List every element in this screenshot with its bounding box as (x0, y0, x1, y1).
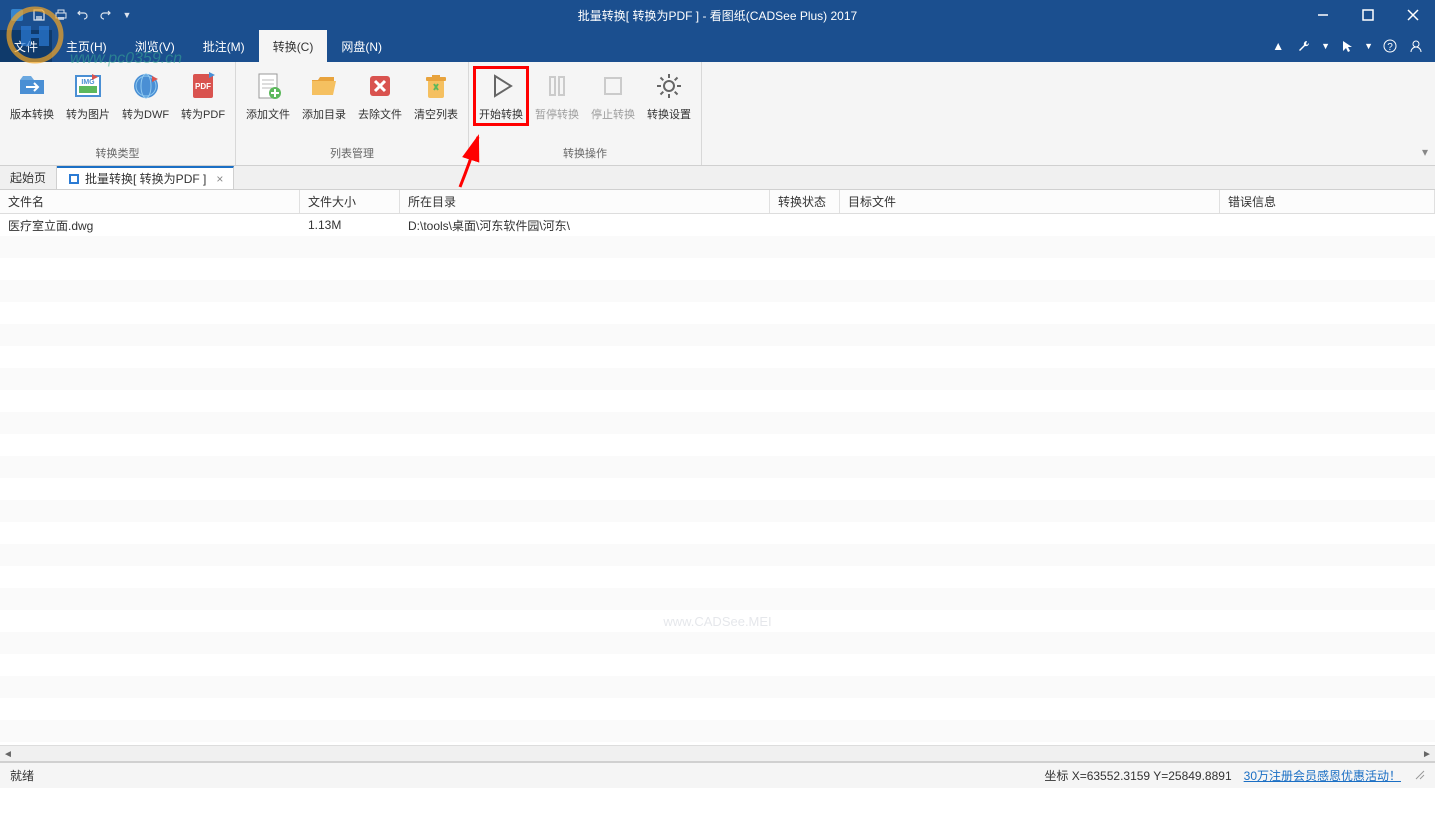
convert-settings-button[interactable]: 转换设置 (641, 66, 697, 126)
menu-netdisk[interactable]: 网盘(N) (327, 30, 396, 62)
table-body: 医疗室立面.dwg 1.13M D:\tools\桌面\河东软件园\河东\ ww… (0, 214, 1435, 745)
wrench-icon[interactable] (1295, 37, 1313, 55)
qat-dropdown-icon[interactable]: ▼ (118, 6, 136, 24)
col-filename[interactable]: 文件名 (0, 190, 300, 213)
menu-file[interactable]: 文件 (0, 30, 52, 62)
horizontal-scrollbar[interactable]: ◄ ► (0, 745, 1435, 761)
folder-open-icon (308, 70, 340, 102)
ribbon-group-convert-ops: 开始转换 暂停转换 停止转换 转换设置 转换操作 (469, 62, 702, 165)
resize-grip-icon[interactable] (1413, 768, 1425, 783)
statusbar: 就绪 坐标 X=63552.3159 Y=25849.8891 30万注册会员感… (0, 762, 1435, 788)
menu-right-tools: ▲ ▼ ▼ ? (1269, 30, 1435, 62)
tab-batch-convert[interactable]: 批量转换[ 转换为PDF ] × (57, 166, 234, 189)
img-icon: IMG (72, 70, 104, 102)
clear-list-button[interactable]: 清空列表 (408, 66, 464, 126)
document-tabs: 起始页 批量转换[ 转换为PDF ] × (0, 166, 1435, 190)
menubar: 文件 主页(H) 浏览(V) 批注(M) 转换(C) 网盘(N) ▲ ▼ ▼ ? (0, 30, 1435, 62)
to-pdf-button[interactable]: PDF 转为PDF (175, 66, 231, 126)
add-folder-button[interactable]: 添加目录 (296, 66, 352, 126)
svg-text:?: ? (1387, 42, 1393, 53)
close-button[interactable] (1390, 0, 1435, 30)
pause-convert-button: 暂停转换 (529, 66, 585, 126)
save-icon[interactable] (30, 6, 48, 24)
scroll-left-icon[interactable]: ◄ (0, 746, 16, 762)
redo-icon[interactable] (96, 6, 114, 24)
quick-access-toolbar: ▼ (0, 6, 136, 24)
svg-text:IMG: IMG (81, 79, 95, 86)
titlebar: ▼ 批量转换[ 转换为PDF ] - 看图纸(CADSee Plus) 2017 (0, 0, 1435, 30)
status-ready: 就绪 (10, 767, 34, 784)
col-status[interactable]: 转换状态 (770, 190, 840, 213)
version-convert-button[interactable]: 版本转换 (4, 66, 60, 126)
tab-doc-icon (67, 172, 81, 186)
status-promo-link[interactable]: 30万注册会员感恩优惠活动！ (1244, 767, 1401, 784)
window-title: 批量转换[ 转换为PDF ] - 看图纸(CADSee Plus) 2017 (578, 7, 857, 24)
to-image-button[interactable]: IMG 转为图片 (60, 66, 116, 126)
play-icon (485, 70, 517, 102)
scroll-right-icon[interactable]: ► (1419, 746, 1435, 762)
pause-icon (541, 70, 573, 102)
ribbon-group-convert-type: 版本转换 IMG 转为图片 转为DWF PDF 转为PDF 转换类 (0, 62, 236, 165)
ribbon-group-list-manage: 添加文件 添加目录 去除文件 清空列表 列表管理 (236, 62, 469, 165)
minimize-button[interactable] (1300, 0, 1345, 30)
maximize-button[interactable] (1345, 0, 1390, 30)
doc-add-icon (252, 70, 284, 102)
help-icon[interactable]: ? (1381, 37, 1399, 55)
ribbon: 版本转换 IMG 转为图片 转为DWF PDF 转为PDF 转换类 (0, 62, 1435, 166)
col-error[interactable]: 错误信息 (1220, 190, 1435, 213)
remove-icon (364, 70, 396, 102)
menu-browse[interactable]: 浏览(V) (121, 30, 189, 62)
window-controls (1300, 0, 1435, 30)
tab-close-icon[interactable]: × (216, 172, 223, 186)
dwf-icon (130, 70, 162, 102)
remove-file-button[interactable]: 去除文件 (352, 66, 408, 126)
add-file-button[interactable]: 添加文件 (240, 66, 296, 126)
user-icon[interactable] (1407, 37, 1425, 55)
menu-annotate[interactable]: 批注(M) (189, 30, 259, 62)
col-target[interactable]: 目标文件 (840, 190, 1220, 213)
pdf-icon: PDF (187, 70, 219, 102)
to-dwf-button[interactable]: 转为DWF (116, 66, 175, 126)
ribbon-collapse-icon[interactable]: ▾ (1415, 62, 1435, 165)
tab-start[interactable]: 起始页 (0, 166, 57, 189)
trash-icon (420, 70, 452, 102)
app-icon (8, 6, 26, 24)
print-icon[interactable] (52, 6, 70, 24)
stop-convert-button: 停止转换 (585, 66, 641, 126)
undo-icon[interactable] (74, 6, 92, 24)
svg-text:PDF: PDF (195, 82, 211, 91)
table-row[interactable]: 医疗室立面.dwg 1.13M D:\tools\桌面\河东软件园\河东\ (0, 214, 1435, 236)
chevron-up-icon[interactable]: ▲ (1269, 37, 1287, 55)
cursor-icon[interactable] (1338, 37, 1356, 55)
gear-icon (653, 70, 685, 102)
menu-convert[interactable]: 转换(C) (259, 30, 328, 62)
menu-home[interactable]: 主页(H) (52, 30, 121, 62)
table-header: 文件名 文件大小 所在目录 转换状态 目标文件 错误信息 (0, 190, 1435, 214)
col-directory[interactable]: 所在目录 (400, 190, 770, 213)
col-filesize[interactable]: 文件大小 (300, 190, 400, 213)
folder-arrow-icon (16, 70, 48, 102)
status-coords: 坐标 X=63552.3159 Y=25849.8891 (1044, 767, 1231, 784)
stop-icon (597, 70, 629, 102)
file-table: 文件名 文件大小 所在目录 转换状态 目标文件 错误信息 医疗室立面.dwg 1… (0, 190, 1435, 762)
start-convert-button[interactable]: 开始转换 (473, 66, 529, 126)
